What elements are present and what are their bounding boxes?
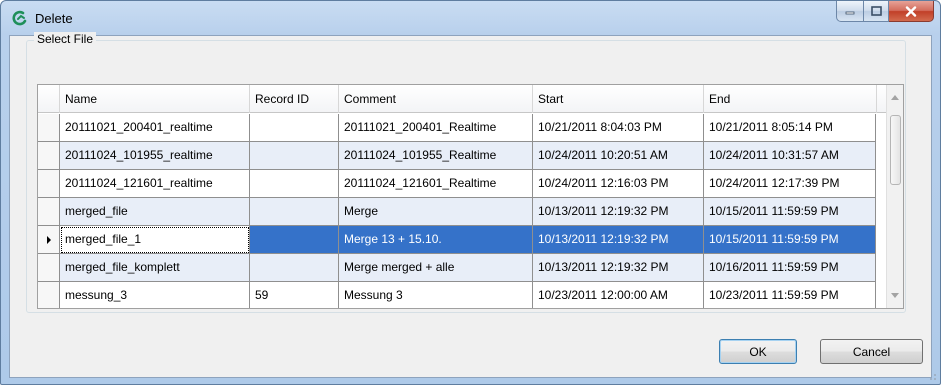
- cell-end[interactable]: 10/24/2011 10:31:57 AM: [704, 142, 876, 170]
- column-header-record-id[interactable]: Record ID: [250, 85, 339, 113]
- cell-comment[interactable]: 20111021_200401_Realtime: [339, 114, 533, 142]
- cell-comment[interactable]: 20111024_101955_Realtime: [339, 142, 533, 170]
- cell-end[interactable]: 10/16/2011 11:59:59 PM: [704, 254, 876, 282]
- table-row[interactable]: merged_file_komplett Merge merged + alle 1…: [38, 254, 886, 282]
- row-header[interactable]: [38, 226, 60, 254]
- cancel-button[interactable]: Cancel: [820, 339, 923, 364]
- row-header[interactable]: [38, 282, 60, 308]
- cell-comment[interactable]: 20111024_121601_Realtime: [339, 170, 533, 198]
- title-bar[interactable]: Delete: [1, 1, 940, 35]
- current-row-arrow-icon: [47, 236, 51, 244]
- table-row[interactable]: messung_3 59 Messung 3 10/23/2011 12:00:00 …: [38, 282, 886, 308]
- cell-comment[interactable]: Merge merged + alle: [339, 254, 533, 282]
- ok-button[interactable]: OK: [719, 339, 797, 364]
- cell-record-id[interactable]: [250, 226, 339, 254]
- scrollbar-thumb[interactable]: [890, 115, 901, 185]
- select-file-label: Select File: [34, 32, 97, 46]
- cell-comment[interactable]: Merge: [339, 198, 533, 226]
- cell-start[interactable]: 10/23/2011 12:00:00 AM: [533, 282, 704, 308]
- cell-name[interactable]: merged_file_komplett: [60, 254, 250, 282]
- cell-end[interactable]: 10/21/2011 8:05:14 PM: [704, 114, 876, 142]
- cell-name[interactable]: merged_file: [60, 198, 250, 226]
- cell-name[interactable]: 20111024_121601_realtime: [60, 170, 250, 198]
- cell-end[interactable]: 10/15/2011 11:59:59 PM: [704, 226, 876, 254]
- maximize-icon: [870, 6, 882, 16]
- close-icon: [905, 5, 917, 17]
- table-row[interactable]: merged_file Merge 10/13/2011 12:19:32 PM 10…: [38, 198, 886, 226]
- table-row-selected[interactable]: merged_file_1 Merge 13 + 15.10. 10/13/2011…: [38, 226, 886, 254]
- cell-record-id[interactable]: [250, 142, 339, 170]
- cell-end[interactable]: 10/15/2011 11:59:59 PM: [704, 198, 876, 226]
- cell-start[interactable]: 10/13/2011 12:19:32 PM: [533, 226, 704, 254]
- cell-name[interactable]: messung_3: [60, 282, 250, 308]
- column-header-end[interactable]: End: [704, 85, 877, 113]
- cell-start[interactable]: 10/13/2011 12:19:32 PM: [533, 254, 704, 282]
- cell-record-id[interactable]: 59: [250, 282, 339, 308]
- cell-start[interactable]: 10/13/2011 12:19:32 PM: [533, 198, 704, 226]
- minimize-button[interactable]: [836, 1, 863, 22]
- cell-start[interactable]: 10/24/2011 10:20:51 AM: [533, 142, 704, 170]
- cell-record-id[interactable]: [250, 254, 339, 282]
- app-logo-icon: [12, 10, 27, 26]
- column-header-start[interactable]: Start: [533, 85, 704, 113]
- window-title: Delete: [35, 11, 73, 26]
- cell-comment[interactable]: Messung 3: [339, 282, 533, 308]
- file-grid[interactable]: Name Record ID Comment Start End 2011102…: [37, 84, 904, 309]
- row-header[interactable]: [38, 114, 60, 142]
- scroll-up-arrow-icon[interactable]: [891, 95, 899, 100]
- cell-name[interactable]: merged_file_1: [60, 226, 250, 254]
- cell-end[interactable]: 10/24/2011 12:17:39 PM: [704, 170, 876, 198]
- cell-record-id[interactable]: [250, 198, 339, 226]
- resize-grip-icon[interactable]: [927, 371, 937, 381]
- vertical-scrollbar[interactable]: [886, 85, 903, 308]
- maximize-button[interactable]: [863, 1, 889, 22]
- delete-dialog-window: Delete Select File Name Record ID Commen…: [0, 0, 941, 385]
- cell-name[interactable]: 20111024_101955_realtime: [60, 142, 250, 170]
- minimize-icon: [845, 11, 855, 15]
- table-row[interactable]: 20111024_101955_realtime 20111024_101955_…: [38, 142, 886, 170]
- cell-start[interactable]: 10/24/2011 12:16:03 PM: [533, 170, 704, 198]
- scroll-down-arrow-icon[interactable]: [891, 293, 899, 298]
- close-button[interactable]: [889, 1, 934, 22]
- cell-end[interactable]: 10/23/2011 11:59:59 PM: [704, 282, 876, 308]
- window-controls: [836, 1, 934, 22]
- row-header[interactable]: [38, 170, 60, 198]
- column-header-comment[interactable]: Comment: [339, 85, 533, 113]
- cell-record-id[interactable]: [250, 170, 339, 198]
- row-header[interactable]: [38, 198, 60, 226]
- cell-record-id[interactable]: [250, 114, 339, 142]
- row-header-corner: [38, 85, 60, 113]
- table-row[interactable]: 20111024_121601_realtime 20111024_121601_…: [38, 170, 886, 198]
- row-header[interactable]: [38, 142, 60, 170]
- cell-comment[interactable]: Merge 13 + 15.10.: [339, 226, 533, 254]
- grid-header: Name Record ID Comment Start End: [38, 85, 903, 113]
- table-row[interactable]: 20111021_200401_realtime 20111021_200401_…: [38, 114, 886, 142]
- cell-start[interactable]: 10/21/2011 8:04:03 PM: [533, 114, 704, 142]
- cell-name[interactable]: 20111021_200401_realtime: [60, 114, 250, 142]
- column-header-name[interactable]: Name: [60, 85, 250, 113]
- row-header[interactable]: [38, 254, 60, 282]
